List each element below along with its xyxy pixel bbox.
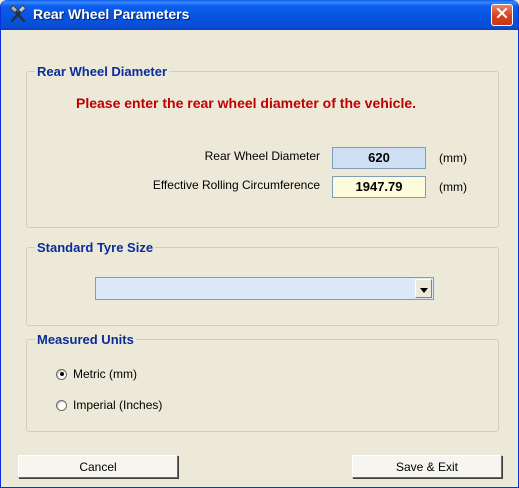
- rolling-circumference-field: 1947.79: [332, 176, 426, 198]
- metric-radio-label: Metric (mm): [73, 367, 137, 381]
- rear-wheel-diameter-legend: Rear Wheel Diameter: [37, 64, 168, 79]
- diameter-prompt: Please enter the rear wheel diameter of …: [76, 95, 417, 111]
- tyre-size-dropdown[interactable]: [95, 277, 434, 300]
- rolling-circumference-label: Effective Rolling Circumference: [152, 178, 320, 192]
- circumference-unit-label: (mm): [439, 180, 467, 194]
- measured-units-legend: Measured Units: [37, 332, 134, 347]
- measured-units-group: Measured Units: [26, 332, 499, 432]
- save-exit-button[interactable]: Save & Exit: [352, 455, 502, 478]
- rear-wheel-diameter-label: Rear Wheel Diameter: [204, 149, 320, 163]
- window-title: Rear Wheel Parameters: [33, 6, 190, 22]
- standard-tyre-size-legend: Standard Tyre Size: [37, 240, 154, 255]
- metric-radio-option[interactable]: Metric (mm): [56, 367, 137, 381]
- tools-icon: [8, 4, 28, 25]
- cancel-button[interactable]: Cancel: [18, 455, 178, 478]
- close-icon: [496, 6, 508, 24]
- rear-wheel-diameter-group: Rear Wheel Diameter: [26, 64, 499, 228]
- dropdown-button[interactable]: [415, 279, 432, 298]
- dialog-window: Rear Wheel Parameters Rear Wheel Diamete…: [0, 0, 519, 488]
- rear-wheel-diameter-input[interactable]: 620: [332, 147, 426, 169]
- diameter-unit-label: (mm): [439, 151, 467, 165]
- metric-radio-button[interactable]: [56, 368, 67, 380]
- chevron-down-icon: [419, 280, 428, 298]
- imperial-radio-option[interactable]: Imperial (Inches): [56, 398, 162, 412]
- imperial-radio-label: Imperial (Inches): [73, 398, 163, 412]
- imperial-radio-button[interactable]: [56, 399, 67, 411]
- title-bar[interactable]: Rear Wheel Parameters: [1, 0, 518, 30]
- close-button[interactable]: [491, 4, 513, 26]
